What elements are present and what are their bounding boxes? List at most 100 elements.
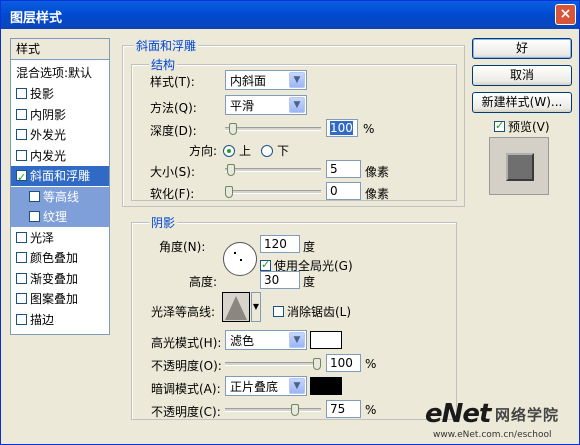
style-list: 样式 混合选项:默认 投影内阴影外发光内发光斜面和浮雕等高线纹理光泽颜色叠加渐变…	[10, 38, 110, 335]
radio-icon	[261, 145, 273, 157]
depth-slider[interactable]	[225, 123, 321, 135]
shadow-mode-value: 正片叠底	[230, 380, 279, 394]
technique-select-value: 平滑	[230, 99, 255, 113]
depth-label: 深度(D):	[150, 124, 197, 138]
checkbox-icon[interactable]	[16, 129, 27, 140]
style-item-2[interactable]: 外发光	[11, 125, 109, 145]
highlight-opacity-label: 不透明度(O):	[151, 359, 222, 373]
style-item-label: 内发光	[30, 148, 67, 163]
shadow-mode-select[interactable]: 正片叠底 ▼	[225, 376, 307, 396]
ok-button[interactable]: 好	[472, 38, 572, 59]
style-preview-swatch	[506, 153, 534, 181]
watermark-url: www.eNet.com.cn/eschool	[433, 430, 552, 440]
soften-slider[interactable]	[225, 186, 321, 198]
style-select[interactable]: 内斜面 ▼	[225, 70, 307, 90]
checkbox-icon[interactable]	[16, 293, 27, 304]
direction-down-radio[interactable]: 下	[261, 142, 289, 159]
shadow-color-swatch[interactable]	[310, 377, 342, 395]
antialias-checkbox[interactable]: 消除锯齿(L)	[273, 303, 351, 320]
shadow-opacity-unit: %	[365, 403, 377, 417]
chevron-down-icon: ▼	[289, 97, 305, 113]
title-bar: 图层样式 ×	[1, 1, 579, 29]
highlight-opacity-slider[interactable]	[225, 358, 321, 370]
soften-slider-thumb[interactable]	[225, 186, 233, 198]
size-field[interactable]: 5	[326, 160, 361, 178]
angle-dial-dot	[234, 252, 236, 254]
layer-style-dialog: 图层样式 × 样式 混合选项:默认 投影内阴影外发光内发光斜面和浮雕等高线纹理光…	[0, 0, 580, 445]
checkbox-icon[interactable]	[16, 313, 27, 325]
style-item-label: 描边	[30, 312, 55, 327]
style-item-3[interactable]: 内发光	[11, 146, 109, 166]
gloss-contour-label: 光泽等高线:	[151, 305, 216, 319]
style-item-7[interactable]: 光泽	[11, 228, 109, 248]
chevron-down-icon: ▼	[252, 302, 260, 311]
highlight-mode-value: 滤色	[230, 334, 255, 348]
gloss-contour-dropdown[interactable]: ▼	[251, 292, 261, 322]
style-item-label: 图案叠加	[30, 292, 79, 306]
size-slider-thumb[interactable]	[227, 164, 235, 176]
style-item-label: 斜面和浮雕	[30, 169, 91, 183]
size-slider[interactable]	[225, 164, 321, 176]
checkbox-checked-icon[interactable]	[16, 168, 27, 188]
style-item-5[interactable]: 等高线	[11, 186, 109, 207]
close-icon[interactable]: ×	[555, 4, 576, 25]
highlight-color-swatch[interactable]	[310, 331, 342, 349]
checkbox-icon[interactable]	[16, 149, 27, 161]
checkbox-icon[interactable]	[29, 190, 40, 202]
shadow-opacity-thumb[interactable]	[291, 404, 299, 416]
checkbox-icon[interactable]	[16, 108, 27, 120]
style-item-8[interactable]: 颜色叠加	[11, 248, 109, 268]
checkbox-icon[interactable]	[16, 231, 27, 243]
style-item-4[interactable]: 斜面和浮雕	[11, 166, 109, 188]
cancel-button[interactable]: 取消	[472, 65, 572, 86]
style-item-label: 投影	[30, 87, 55, 101]
highlight-opacity-thumb[interactable]	[313, 358, 321, 370]
checkbox-icon[interactable]	[29, 211, 40, 222]
style-item-9[interactable]: 渐变叠加	[11, 269, 109, 289]
chevron-down-icon: ▼	[289, 332, 305, 348]
structure-title: 结构	[149, 56, 178, 73]
altitude-label: 高度:	[189, 275, 218, 289]
contour-curve-icon	[225, 296, 247, 320]
direction-up-radio[interactable]: 上	[223, 142, 251, 159]
style-item-6[interactable]: 纹理	[11, 207, 109, 227]
depth-field[interactable]: 100	[326, 119, 358, 137]
soften-unit: 像素	[365, 187, 390, 201]
checkbox-checked-icon	[260, 258, 271, 271]
angle-field[interactable]: 120	[260, 235, 300, 253]
checkbox-checked-icon	[494, 119, 505, 132]
window-title: 图层样式	[10, 11, 63, 26]
style-item-label: 渐变叠加	[30, 271, 79, 286]
style-item-1[interactable]: 内阴影	[11, 105, 109, 125]
soften-label: 软化(F):	[150, 187, 195, 201]
style-item-0[interactable]: 投影	[11, 84, 109, 104]
angle-dial[interactable]	[223, 242, 257, 276]
style-item-11[interactable]: 描边	[11, 310, 109, 330]
shadow-mode-label: 暗调模式(A):	[151, 382, 221, 396]
highlight-opacity-field[interactable]: 100	[326, 354, 361, 372]
style-list-header[interactable]: 样式	[11, 39, 109, 60]
highlight-mode-select[interactable]: 滤色 ▼	[225, 330, 307, 350]
checkbox-icon[interactable]	[16, 252, 27, 263]
style-item-10[interactable]: 图案叠加	[11, 289, 109, 309]
blend-options-item[interactable]: 混合选项:默认	[11, 63, 109, 83]
direction-label: 方向:	[189, 144, 218, 158]
gloss-contour-preview[interactable]	[222, 292, 250, 322]
new-style-button[interactable]: 新建样式(W)...	[472, 92, 572, 113]
technique-select[interactable]: 平滑 ▼	[225, 95, 307, 115]
style-select-value: 内斜面	[230, 74, 267, 88]
shadow-opacity-slider[interactable]	[225, 404, 321, 416]
depth-slider-thumb[interactable]	[229, 123, 237, 135]
highlight-opacity-unit: %	[365, 357, 377, 371]
preview-checkbox[interactable]: 预览(V)	[494, 118, 550, 135]
angle-unit: 度	[303, 240, 316, 254]
style-item-label: 颜色叠加	[30, 251, 79, 265]
style-preview-box	[489, 137, 549, 195]
shading-title: 阴影	[149, 214, 178, 231]
checkbox-icon[interactable]	[16, 88, 27, 99]
bevel-title: 斜面和浮雕	[134, 37, 199, 54]
shadow-opacity-field[interactable]: 75	[326, 400, 361, 418]
altitude-field[interactable]: 30	[260, 271, 300, 289]
soften-field[interactable]: 0	[326, 182, 361, 200]
checkbox-icon[interactable]	[16, 272, 27, 284]
